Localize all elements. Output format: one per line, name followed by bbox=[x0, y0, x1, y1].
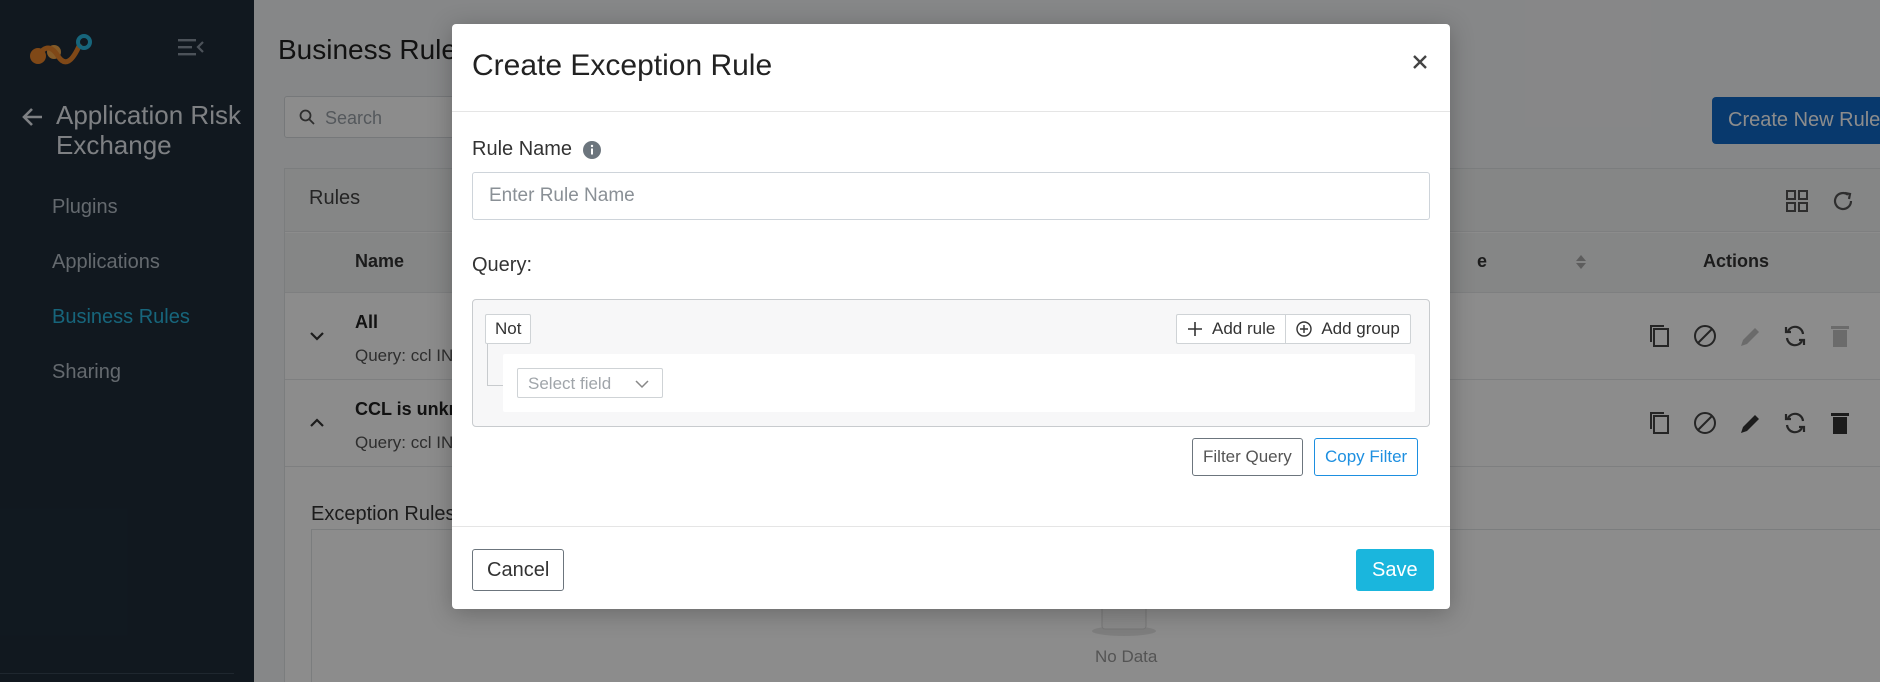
select-field-dropdown[interactable]: Select field bbox=[517, 368, 663, 398]
query-builder-actions: Add rule Add group bbox=[1176, 314, 1411, 344]
modal-header: Create Exception Rule bbox=[452, 24, 1450, 112]
close-icon[interactable] bbox=[1408, 50, 1432, 74]
add-group-button[interactable]: Add group bbox=[1285, 315, 1409, 343]
rule-name-input[interactable] bbox=[472, 172, 1430, 220]
cancel-button[interactable]: Cancel bbox=[472, 549, 565, 591]
filter-query-button[interactable]: Filter Query bbox=[1192, 438, 1303, 476]
select-field-placeholder: Select field bbox=[528, 374, 612, 393]
chevron-down-icon bbox=[635, 380, 649, 389]
create-exception-rule-modal: Create Exception Rule Rule Name Query: N… bbox=[452, 24, 1450, 609]
query-label: Query: bbox=[472, 254, 533, 276]
add-group-label: Add group bbox=[1321, 319, 1400, 338]
add-rule-label: Add rule bbox=[1212, 319, 1276, 338]
query-rule-row: Select field bbox=[503, 354, 1415, 412]
plus-circle-icon bbox=[1296, 321, 1313, 337]
modal-title: Create Exception Rule bbox=[472, 49, 773, 82]
rule-name-label: Rule Name bbox=[472, 138, 602, 161]
modal-footer: Cancel Save bbox=[452, 526, 1450, 609]
not-toggle-button[interactable]: Not bbox=[485, 314, 532, 344]
info-icon[interactable] bbox=[582, 140, 602, 160]
rule-name-label-text: Rule Name bbox=[472, 138, 573, 160]
plus-icon bbox=[1188, 322, 1202, 336]
query-builder: Not Add rule Add group Select field bbox=[472, 299, 1430, 427]
copy-filter-button[interactable]: Copy Filter bbox=[1314, 438, 1419, 476]
save-button[interactable]: Save bbox=[1356, 549, 1434, 591]
add-rule-button[interactable]: Add rule bbox=[1177, 315, 1285, 343]
